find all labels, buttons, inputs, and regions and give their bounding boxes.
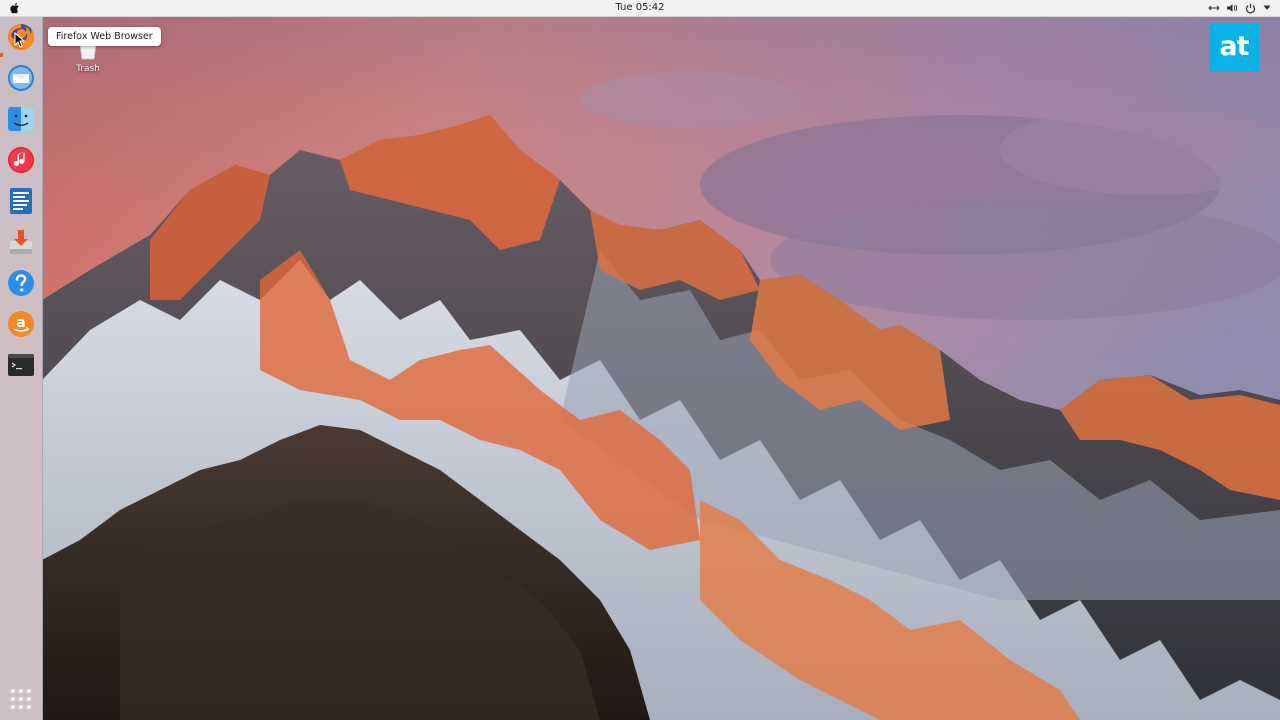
mouse-cursor-icon xyxy=(14,32,26,48)
trash-label: Trash xyxy=(76,64,100,74)
chevron-down-icon[interactable] xyxy=(1260,2,1274,14)
dock-item-music[interactable] xyxy=(5,144,37,176)
clock[interactable]: Tue 05:42 xyxy=(0,1,1280,15)
finder-icon xyxy=(8,107,34,131)
logo-text: at xyxy=(1219,30,1249,62)
music-icon xyxy=(8,147,34,173)
apps-grid-icon[interactable] xyxy=(10,688,32,710)
dock-item-mail[interactable] xyxy=(5,62,37,94)
active-app-indicator xyxy=(0,53,3,57)
network-icon[interactable] xyxy=(1207,2,1221,14)
help-icon xyxy=(8,270,34,296)
volume-icon[interactable] xyxy=(1225,2,1239,14)
dock-item-writer[interactable] xyxy=(5,185,37,217)
dock-item-amazon[interactable]: a xyxy=(5,308,37,340)
svg-text:a: a xyxy=(16,315,25,331)
dock-item-help[interactable] xyxy=(5,267,37,299)
dock-item-terminal[interactable] xyxy=(5,349,37,381)
terminal-icon xyxy=(8,354,34,376)
document-icon xyxy=(10,188,32,214)
top-menu-bar: Tue 05:42 xyxy=(0,0,1280,17)
mail-icon xyxy=(8,65,34,91)
launcher-dock: a xyxy=(0,17,43,720)
desktop-wallpaper xyxy=(0,0,1280,720)
amazon-icon: a xyxy=(8,311,34,337)
dock-item-software[interactable] xyxy=(5,226,37,258)
power-icon[interactable] xyxy=(1243,2,1257,14)
watermark-logo: at xyxy=(1209,23,1259,72)
dock-item-files[interactable] xyxy=(5,103,37,135)
installer-icon xyxy=(10,230,32,254)
dock-tooltip: Firefox Web Browser xyxy=(48,27,161,46)
